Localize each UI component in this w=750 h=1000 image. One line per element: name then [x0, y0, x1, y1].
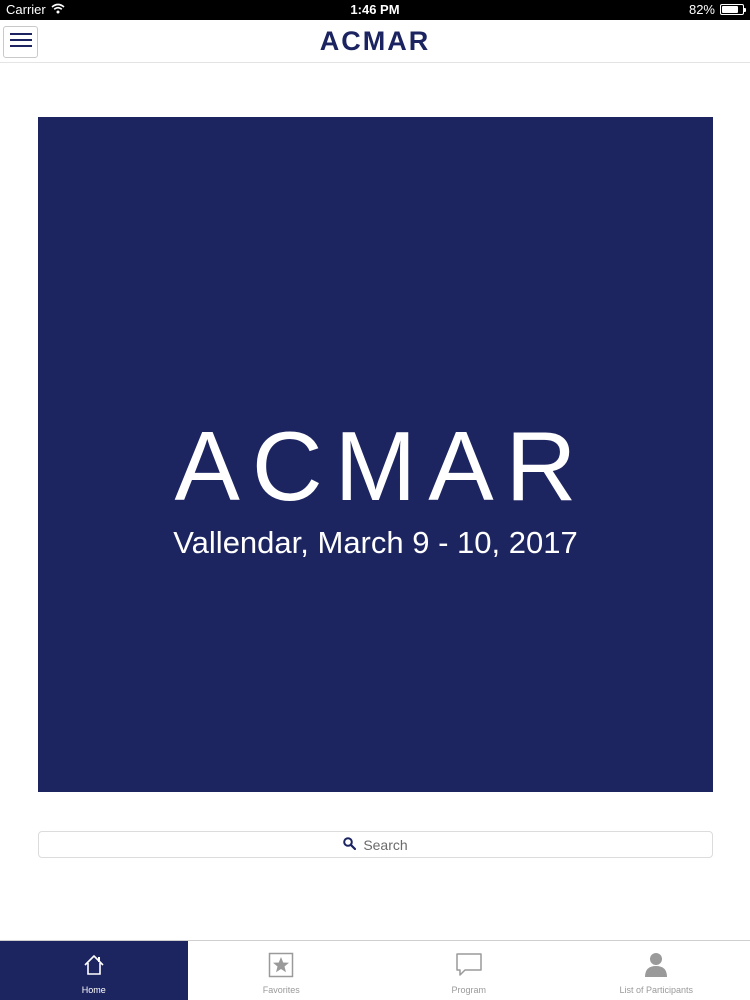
battery-percent: 82%: [688, 2, 715, 17]
search-input[interactable]: Search: [38, 831, 713, 858]
tab-favorites[interactable]: Favorites: [188, 941, 376, 1000]
app-header: ACMAR: [0, 20, 750, 63]
status-bar: Carrier 1:46 PM 82%: [0, 0, 750, 20]
tab-participants[interactable]: List of Participants: [563, 941, 750, 1000]
star-icon: [268, 951, 294, 979]
page-title: ACMAR: [319, 26, 431, 56]
tab-program-label: Program: [451, 985, 486, 995]
tab-home[interactable]: Home: [0, 941, 188, 1000]
battery-fill: [722, 6, 739, 13]
person-icon: [644, 951, 668, 979]
home-icon: [82, 951, 106, 979]
banner-subtitle: Vallendar, March 9 - 10, 2017: [173, 525, 578, 560]
search-placeholder: Search: [363, 836, 408, 853]
status-right: 82%: [688, 2, 746, 17]
speech-bubble-icon: [455, 951, 483, 979]
banner-title: ACMAR: [174, 411, 589, 521]
tab-program[interactable]: Program: [375, 941, 563, 1000]
search-icon: [343, 836, 357, 853]
event-banner: ACMAR Vallendar, March 9 - 10, 2017: [38, 117, 713, 792]
tab-bar: Home Favorites Program List of Participa…: [0, 940, 750, 1000]
tab-home-label: Home: [81, 985, 106, 995]
app-screen: Carrier 1:46 PM 82% ACMAR ACMAR Vallenda…: [0, 0, 750, 1000]
status-time: 1:46 PM: [350, 2, 400, 17]
battery-icon: [720, 4, 746, 15]
tab-participants-label: List of Participants: [619, 985, 694, 995]
tab-favorites-label: Favorites: [262, 985, 300, 995]
